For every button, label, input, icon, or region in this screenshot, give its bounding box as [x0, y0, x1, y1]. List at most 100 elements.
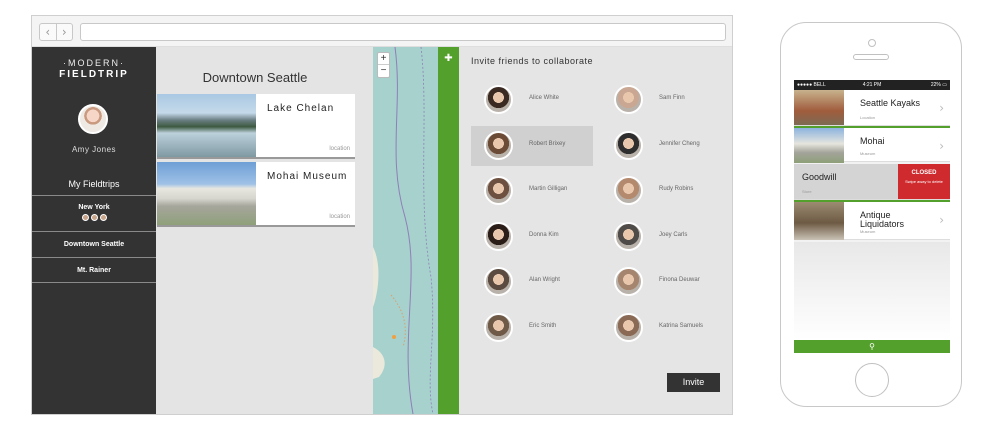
collaborate-strip: ✚ [438, 47, 459, 414]
friend-name: Sam Finn [659, 95, 685, 101]
chevron-right-icon[interactable]: › [57, 24, 73, 40]
sidebar: ·MODERN· FIELDTRIP Amy Jones My Fieldtri… [32, 47, 156, 414]
profile-name: Amy Jones [71, 145, 117, 154]
logo-line-1: ·MODERN· [63, 58, 125, 68]
item-photo [794, 202, 844, 240]
avatar [99, 214, 107, 221]
item-photo [794, 90, 844, 125]
avatar [81, 214, 89, 221]
avatar [484, 130, 513, 160]
browser-window: ‹ › ·MODERN· FIELDTRIP Amy Jones My Fiel… [31, 15, 733, 415]
app-content: ·MODERN· FIELDTRIP Amy Jones My Fieldtri… [32, 47, 732, 414]
location-photo [157, 162, 256, 225]
friend-item[interactable]: Martin Gilligan [471, 171, 593, 211]
item-title: Antique Liquidators [860, 210, 905, 229]
avatar [614, 221, 643, 251]
sidebar-item-new-york[interactable]: New York [32, 195, 156, 231]
phone-empty-area [794, 242, 950, 340]
sidebar-item-mt-rainer[interactable]: Mt. Rainer [32, 257, 156, 283]
profile-avatar[interactable] [78, 104, 108, 134]
friend-item[interactable]: Joey Carls [601, 217, 723, 257]
trip-panel: Downtown Seattle Lake Chelan location Mo… [156, 47, 373, 414]
location-card-lake-chelan[interactable]: Lake Chelan location [157, 94, 355, 159]
friend-name: Eric Smith [529, 322, 557, 329]
friend-item[interactable]: Rudy Robins [601, 171, 723, 211]
swipe-hint: Swipe away to delete [905, 179, 943, 184]
item-subtitle: Location [860, 115, 876, 120]
friend-name: Finona Deuwar [659, 277, 700, 283]
invite-button[interactable]: Invite [667, 373, 720, 392]
map-graphic [373, 47, 434, 414]
friend-name: Alan Wright [529, 277, 560, 283]
chevron-right-icon: › [939, 213, 944, 227]
avatar [484, 176, 513, 205]
chevron-right-icon: › [939, 101, 944, 115]
sidebar-item-downtown-seattle[interactable]: Downtown Seattle [32, 231, 156, 257]
phone-screen: ●●●●● BELL 4:21 PM 22% ▭ Seattle Kayaks … [794, 80, 950, 353]
avatar [484, 312, 513, 342]
friend-name: Alice White [529, 95, 560, 101]
map-zoom-controls: + − [377, 52, 390, 78]
item-title: Mohai [860, 136, 885, 146]
avatar [614, 130, 643, 160]
trip-title: Downtown Seattle [202, 70, 308, 85]
my-fieldtrips-heading: My Fieldtrips [68, 179, 120, 189]
sidebar-item-label: New York [78, 204, 110, 211]
item-title: Seattle Kayaks [860, 98, 921, 108]
item-subtitle: Store [802, 189, 812, 194]
friend-name: Martin Gilligan [529, 186, 568, 192]
item-subtitle: Museum [860, 151, 876, 156]
chevron-right-icon: › [939, 139, 944, 153]
avatar [484, 85, 513, 114]
closed-label: CLOSED [911, 170, 937, 176]
friend-item[interactable]: Jennifer Cheng [601, 126, 723, 166]
friend-item[interactable]: Robert Brixey [471, 125, 593, 166]
status-time: 4:21 PM [862, 82, 882, 88]
item-subtitle: Museum [860, 229, 876, 234]
phone-item-mohai[interactable]: Mohai Museum › [794, 126, 950, 163]
closed-delete-action[interactable]: CLOSED Swipe away to delete [898, 164, 950, 199]
avatar [614, 176, 643, 205]
zoom-out-button[interactable]: − [378, 65, 389, 77]
map-view[interactable]: + − [373, 47, 438, 414]
friend-name: Robert Brixey [529, 140, 566, 147]
friend-item[interactable]: Donna Kim [471, 217, 593, 257]
item-photo [794, 128, 844, 163]
phone-footer-bar[interactable]: ⚲ [794, 340, 950, 353]
location-photo [157, 94, 256, 157]
collaborator-avatars [32, 214, 156, 221]
friend-name: Joey Carls [659, 231, 688, 238]
phone-mockup: ●●●●● BELL 4:21 PM 22% ▭ Seattle Kayaks … [780, 22, 962, 407]
friend-item[interactable]: Alan Wright [471, 262, 593, 302]
location-card-mohai-museum[interactable]: Mohai Museum location [157, 162, 355, 227]
invite-panel: Invite friends to collaborate Alice Whit… [459, 47, 732, 414]
location-sublabel: location [329, 146, 350, 152]
avatar [484, 267, 513, 296]
friend-item[interactable]: Katrina Samuels [601, 308, 723, 348]
battery-indicator: 22% ▭ [930, 82, 947, 88]
app-logo[interactable]: ·MODERN· FIELDTRIP [32, 58, 156, 80]
location-name: Mohai Museum [267, 171, 348, 182]
chevron-left-icon[interactable]: ‹ [40, 24, 57, 40]
location-name: Lake Chelan [267, 103, 335, 114]
phone-item-antique-liquidators[interactable]: Antique Liquidators Museum › [794, 200, 950, 240]
phone-speaker [853, 54, 889, 60]
location-pin-icon: ⚲ [869, 342, 875, 351]
friend-item[interactable]: Eric Smith [471, 308, 593, 348]
avatar [614, 267, 643, 296]
logo-line-2: FIELDTRIP [59, 69, 129, 80]
avatar [614, 312, 643, 342]
avatar [484, 221, 513, 251]
phone-item-seattle-kayaks[interactable]: Seattle Kayaks Location › [794, 90, 950, 126]
invite-title: Invite friends to collaborate [471, 56, 594, 66]
friend-item[interactable]: Finona Deuwar [601, 262, 723, 302]
add-user-icon[interactable]: ✚ [443, 53, 454, 64]
friend-item[interactable]: Alice White [471, 80, 593, 120]
friend-item[interactable]: Sam Finn [601, 80, 723, 120]
zoom-in-button[interactable]: + [378, 53, 389, 65]
phone-home-button[interactable] [855, 363, 889, 397]
avatar [614, 85, 643, 114]
address-bar[interactable] [80, 23, 726, 41]
browser-nav-buttons: ‹ › [39, 23, 73, 41]
phone-item-goodwill[interactable]: Goodwill Store CLOSED Swipe away to dele… [794, 164, 950, 200]
